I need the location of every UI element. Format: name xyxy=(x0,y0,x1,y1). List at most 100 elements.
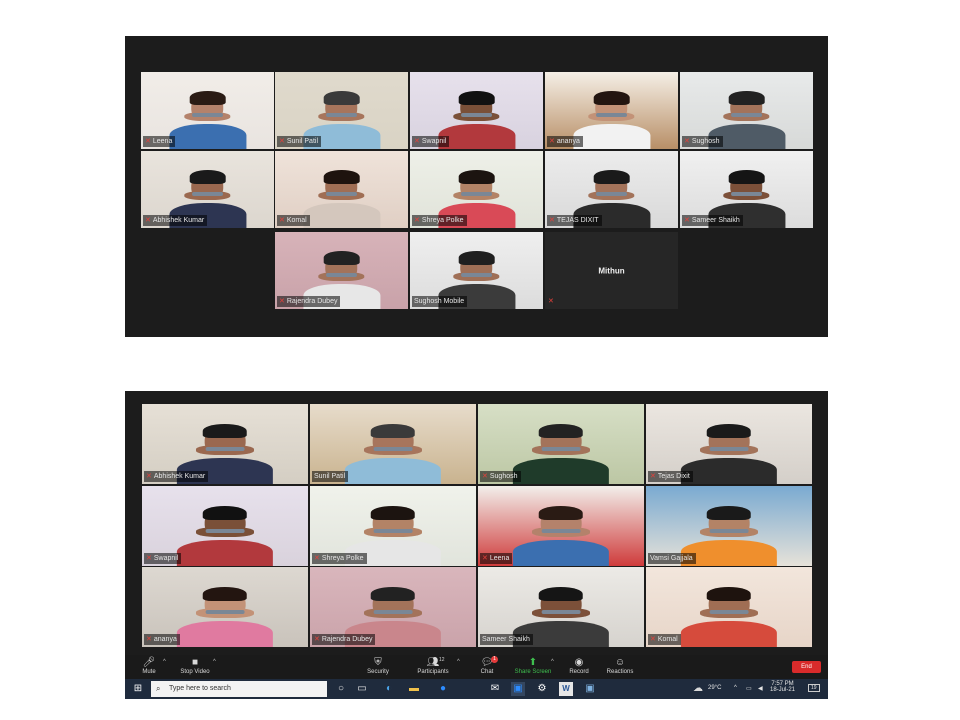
muted-microphone-icon: ✕ xyxy=(548,298,554,305)
participant-name: Sughosh xyxy=(691,138,720,145)
video-options-caret[interactable]: ^ xyxy=(213,659,216,665)
participant-name: ananya xyxy=(153,636,177,643)
participant-name-tag: Vamsi Gajjala xyxy=(648,553,696,564)
participant-name-tag: ✕ Komal xyxy=(648,634,681,645)
participant-figure xyxy=(344,422,442,484)
edge-browser-icon[interactable]: ◐ xyxy=(382,682,396,696)
top-video-tile-abhishek-kumar[interactable]: ✕ Abhishek Kumar xyxy=(141,151,274,228)
harmonica xyxy=(326,272,357,278)
bottom-video-tile-sughosh[interactable]: ✕ Sughosh xyxy=(478,404,644,484)
participant-figure xyxy=(302,168,381,228)
mail-icon[interactable]: ✉ xyxy=(488,682,502,696)
chat-button[interactable]: 💬︎ 1 Chat xyxy=(467,656,507,677)
participant-name: Sughosh xyxy=(489,473,518,480)
bottom-video-tile-vamsi-gajjala[interactable]: Vamsi Gajjala xyxy=(646,486,812,566)
top-video-tile-mithun[interactable]: Mithun ✕ xyxy=(545,232,678,309)
participant-figure xyxy=(437,89,516,149)
muted-microphone-icon: ✕ xyxy=(279,217,285,224)
harmonica xyxy=(709,446,749,451)
bottom-video-tile-shreya-polke[interactable]: ✕ Shreya Polke xyxy=(310,486,476,566)
top-video-tile-sughosh-mobile[interactable]: Sughosh Mobile xyxy=(410,232,543,309)
participant-name: ananya xyxy=(556,138,580,145)
participant-figure xyxy=(680,585,778,647)
top-video-tile-sughosh[interactable]: ✕ Sughosh xyxy=(680,72,813,149)
bottom-video-tile-ananya[interactable]: ✕ ananya xyxy=(142,567,308,647)
task-view-icon[interactable]: ▭ xyxy=(355,682,369,696)
bottom-video-tile-tejas-dixit[interactable]: ✕ Tejas Dixit xyxy=(646,404,812,484)
harmonica xyxy=(461,272,492,278)
participant-name: Rajendra Dubey xyxy=(321,636,373,643)
bottom-video-tile-swapnil[interactable]: ✕ Swapnil xyxy=(142,486,308,566)
top-video-tile-komal[interactable]: ✕ Komal xyxy=(275,151,408,228)
network-icon[interactable]: ▭ xyxy=(746,685,752,692)
settings-gear-icon[interactable]: ⚙ xyxy=(535,682,549,696)
share-options-caret[interactable]: ^ xyxy=(551,659,554,665)
harmonica xyxy=(709,528,749,533)
top-video-tile-ananya[interactable]: ✕ ananya xyxy=(545,72,678,149)
harmonica xyxy=(192,112,223,118)
bottom-video-tile-sunil-patil[interactable]: Sunil Patil xyxy=(310,404,476,484)
mute-options-caret[interactable]: ^ xyxy=(163,659,166,665)
harmonica xyxy=(205,609,245,614)
harmonica xyxy=(596,112,627,118)
bottom-video-tile-rajendra-dubey[interactable]: ✕ Rajendra Dubey xyxy=(310,567,476,647)
top-video-tile-sameer-shaikh[interactable]: ✕ Sameer Shaikh xyxy=(680,151,813,228)
notification-center-icon[interactable]: 19 xyxy=(808,684,820,692)
participant-name: Swapnil xyxy=(421,138,447,145)
bottom-video-tile-abhishek-kumar[interactable]: ✕ Abhishek Kumar xyxy=(142,404,308,484)
volume-icon[interactable]: ◀ xyxy=(758,685,763,692)
participants-button[interactable]: 👥︎ 12 Participants xyxy=(413,657,453,677)
tray-overflow-caret[interactable]: ^ xyxy=(734,685,737,691)
top-video-tile-swapnil[interactable]: ✕ Swapnil xyxy=(410,72,543,149)
participants-options-caret[interactable]: ^ xyxy=(457,659,460,665)
record-button[interactable]: ◉ Record xyxy=(559,657,599,677)
top-video-tile-rajendra-dubey[interactable]: ✕ Rajendra Dubey xyxy=(275,232,408,309)
participant-name-tag: ✕ Sunil Patil xyxy=(277,136,322,147)
windows-start-icon[interactable]: ⊞ xyxy=(131,682,145,696)
participant-name: Leena xyxy=(489,555,510,562)
muted-microphone-icon: ✕ xyxy=(414,217,420,224)
bottom-video-tile-sameer-shaikh[interactable]: Sameer Shaikh xyxy=(478,567,644,647)
reactions-button[interactable]: ☺ Reactions xyxy=(600,657,640,677)
weather-cloud-icon[interactable]: ☁ xyxy=(691,682,705,696)
zoom-app-icon[interactable]: ● xyxy=(436,682,450,696)
taskbar-search-box[interactable]: ⌕ Type here to search xyxy=(151,681,327,697)
participant-figure xyxy=(680,422,778,484)
meeting-toolbar: 🎤︎ Mute ^ ■ Stop Video ^ ⛨ Security 👥︎ 1… xyxy=(125,655,828,679)
top-video-tile-shreya-polke[interactable]: ✕ Shreya Polke xyxy=(410,151,543,228)
participant-name-tag: ✕ Leena xyxy=(143,136,176,147)
participant-name-tag: ✕ Sughosh xyxy=(682,136,723,147)
word-icon[interactable]: W xyxy=(559,682,573,696)
file-explorer-icon[interactable]: ▬ xyxy=(407,682,421,696)
participant-name: Sameer Shaikh xyxy=(482,636,530,643)
harmonica xyxy=(192,191,223,197)
harmonica xyxy=(373,528,413,533)
record-icon: ◉ xyxy=(574,657,584,668)
share-screen-button[interactable]: ⬆ Share Screen xyxy=(512,657,554,677)
stop-video-button[interactable]: ■ Stop Video xyxy=(175,657,215,677)
muted-microphone-icon: ✕ xyxy=(279,298,285,305)
cortana-icon[interactable]: ○ xyxy=(334,682,348,696)
top-video-tile-leena[interactable]: ✕ Leena xyxy=(141,72,274,149)
participant-name: Abhishek Kumar xyxy=(152,217,205,224)
participant-name-tag: ✕ Tejas Dixit xyxy=(648,471,693,482)
bottom-video-tile-leena[interactable]: ✕ Leena xyxy=(478,486,644,566)
participant-name: Vamsi Gajjala xyxy=(650,555,693,562)
harmonica xyxy=(596,191,627,197)
participant-figure xyxy=(176,585,274,647)
top-video-tile-sunil-patil[interactable]: ✕ Sunil Patil xyxy=(275,72,408,149)
clock[interactable]: 7:57 PM 18-Jul-21 xyxy=(770,681,795,693)
security-button[interactable]: ⛨ Security xyxy=(358,657,398,677)
photos-icon[interactable]: ▣ xyxy=(583,682,597,696)
bottom-video-tile-komal[interactable]: ✕ Komal xyxy=(646,567,812,647)
muted-microphone-icon: ✕ xyxy=(482,473,488,480)
harmonica xyxy=(709,609,749,614)
participant-name: Sunil Patil xyxy=(314,473,346,480)
zoom-meeting-icon[interactable]: ▣ xyxy=(511,682,525,696)
muted-microphone-icon: ✕ xyxy=(650,636,656,643)
end-meeting-button[interactable]: End xyxy=(792,661,821,673)
participant-name-tag: ✕ Swapnil xyxy=(144,553,182,564)
top-video-tile-tejas-dixit[interactable]: ✕ TEJAS DIXIT xyxy=(545,151,678,228)
participant-name-tag: ✕ ananya xyxy=(144,634,180,645)
muted-microphone-icon: ✕ xyxy=(314,636,320,643)
